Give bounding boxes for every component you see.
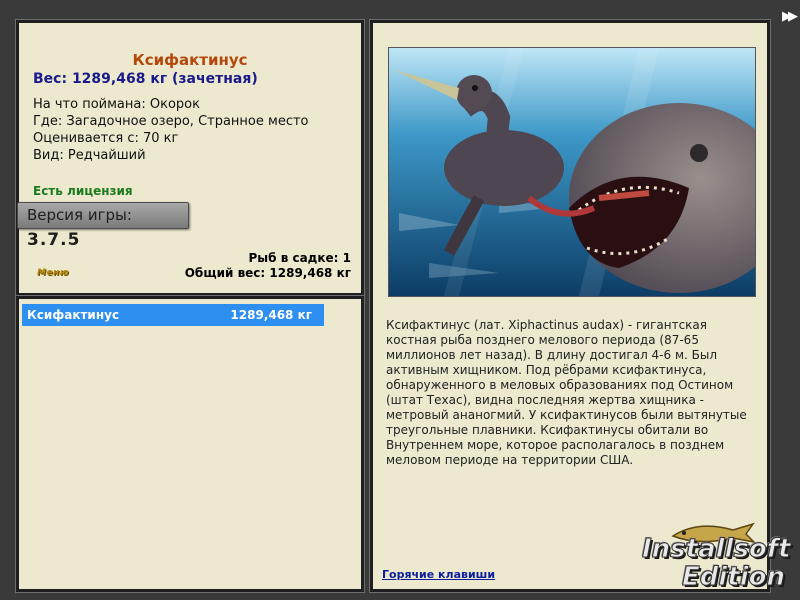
version-label: Версия игры: [27, 206, 132, 224]
list-item[interactable]: Ксифактинус 1289,468 кг [22, 304, 324, 326]
location: Где: Загадочное озеро, Странное место [33, 114, 309, 129]
logo-line-2: Edition [682, 562, 786, 593]
installsoft-logo: Installsoft Edition [640, 520, 800, 600]
fish-info-panel: Ксифактинус Вес: 1289,468 кг (зачетная) … [15, 19, 365, 297]
caught-with: На что поймана: Окорок [33, 97, 200, 112]
fish-weight: Вес: 1289,468 кг (зачетная) [33, 71, 258, 87]
rarity: Вид: Редчайший [33, 148, 146, 163]
catch-name: Ксифактинус [27, 308, 120, 322]
fish-detail-panel: Ксифактинус (лат. Xiphactinus audax) - г… [369, 19, 771, 593]
license-status: Есть лицензия [33, 184, 133, 198]
fish-in-cage-count: Рыб в садке: 1 [248, 251, 352, 265]
game-version-badge: Версия игры: 3.7.5 [17, 202, 189, 250]
valuation: Оценивается с: 70 кг [33, 131, 179, 146]
version-number: 3.7.5 [27, 230, 81, 250]
total-weight: Общий вес: 1289,468 кг [184, 266, 351, 280]
fast-forward-icon[interactable]: ▶▶ [782, 9, 798, 24]
hotkeys-link[interactable]: Горячие клавиши [382, 568, 495, 581]
catch-weight: 1289,468 кг [230, 308, 312, 322]
logo-line-1: Installsoft [642, 534, 792, 565]
fish-illustration [388, 47, 756, 297]
fish-description: Ксифактинус (лат. Xiphactinus audax) - г… [386, 318, 747, 467]
fish-name-title: Ксифактинус [132, 51, 248, 69]
catch-list-panel: Ксифактинус 1289,468 кг [15, 295, 365, 593]
menu-button[interactable]: Меню [37, 268, 69, 278]
